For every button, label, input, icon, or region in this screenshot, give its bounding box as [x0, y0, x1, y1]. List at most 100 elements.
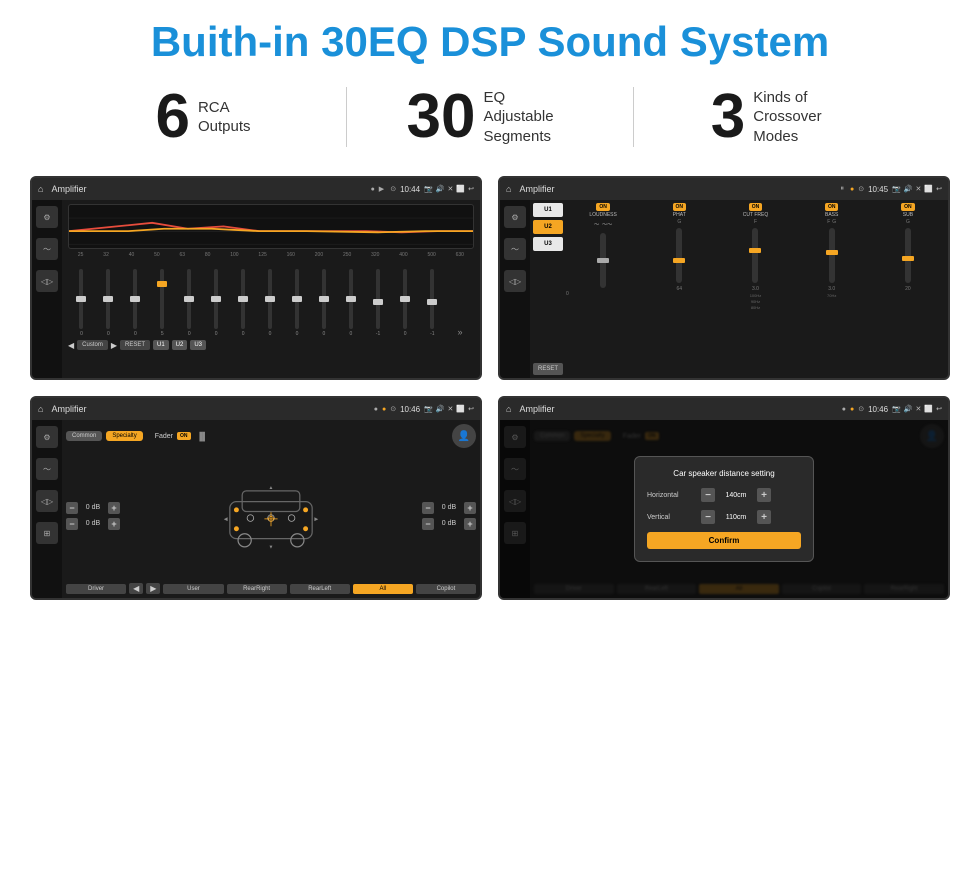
cutfreq-slider[interactable] — [752, 228, 758, 283]
fader-slider[interactable]: ▐▌ — [197, 432, 208, 441]
u3-btn[interactable]: U3 — [190, 340, 206, 350]
rearright-btn[interactable]: RearRight — [227, 584, 287, 594]
eq-slider-5[interactable]: 0 — [187, 269, 191, 337]
driver-btn[interactable]: Driver — [66, 584, 126, 594]
vertical-minus-btn[interactable]: − — [701, 510, 715, 524]
sidebar-extra-btn-3[interactable]: ⊞ — [36, 522, 58, 544]
sidebar-vol-btn[interactable]: ◁▷ — [36, 270, 58, 292]
user-btn[interactable]: User — [163, 584, 223, 594]
screen3-content: ⚙ 〜 ◁▷ ⊞ Common Specialty Fader ON ▐▌ 👤 — [32, 420, 480, 598]
loudness-on[interactable]: ON — [596, 203, 610, 211]
horizontal-plus-btn[interactable]: + — [757, 488, 771, 502]
eq-label-250: 250 — [343, 252, 351, 258]
eq-slider-4[interactable]: 5 — [160, 269, 164, 337]
sidebar-wave-btn-3[interactable]: 〜 — [36, 458, 58, 480]
cutfreq-col: ON CUT FREQ F 3.0 100Hz 90Hz 80Hz — [718, 203, 792, 375]
u3-preset[interactable]: U3 — [533, 237, 563, 251]
tab-specialty[interactable]: Specialty — [106, 431, 142, 441]
eq-label-400: 400 — [399, 252, 407, 258]
sub-on[interactable]: ON — [901, 203, 915, 211]
eq-label-40: 40 — [129, 252, 135, 258]
vol-icon: ◁▷ — [41, 277, 53, 286]
screens-grid: ⌂ Amplifier ● ▶ ⊙ 10:44 📷 🔊 ✕ ⬜ ↩ ⚙ 〜 — [0, 166, 980, 620]
stat-number-eq: 30 — [407, 86, 476, 148]
db-minus-4[interactable]: − — [422, 518, 434, 530]
amp-reset[interactable]: RESET — [533, 363, 563, 375]
eq-slider-14[interactable]: -1 — [430, 269, 434, 337]
eq-slider-9[interactable]: 0 — [295, 269, 299, 337]
vertical-plus-btn[interactable]: + — [757, 510, 771, 524]
u2-preset[interactable]: U2 — [533, 220, 563, 234]
horizontal-stepper[interactable]: − 140cm + — [701, 488, 771, 502]
copilot-btn[interactable]: Copilot — [416, 584, 476, 594]
sub-slider[interactable] — [905, 228, 911, 283]
sidebar-eq-btn[interactable]: ⚙ — [36, 206, 58, 228]
eq-slider-6[interactable]: 0 — [214, 269, 218, 337]
db-plus-4[interactable]: + — [464, 518, 476, 530]
eq-label-630: 630 — [456, 252, 464, 258]
db-minus-2[interactable]: − — [66, 518, 78, 530]
sidebar-wave-btn-2[interactable]: 〜 — [504, 238, 526, 260]
back-icon-3: ↩ — [468, 405, 474, 413]
bass-slider[interactable] — [829, 228, 835, 283]
bass-col: ON BASS F G 3.0 70Hz — [795, 203, 869, 375]
camera-icon-2: 📷 — [892, 185, 901, 193]
db-plus-1[interactable]: + — [108, 502, 120, 514]
db-minus-3[interactable]: − — [422, 502, 434, 514]
horizontal-val: 140cm — [718, 492, 754, 499]
loudness-slider[interactable] — [600, 233, 606, 288]
eq-slider-12[interactable]: -1 — [376, 269, 380, 337]
next-arrow[interactable]: ▶ — [111, 341, 117, 350]
sidebar-vol-btn-2[interactable]: ◁▷ — [504, 270, 526, 292]
phat-slider[interactable] — [676, 228, 682, 283]
dot-icon-3: ● — [374, 406, 378, 413]
u2-btn[interactable]: U2 — [172, 340, 188, 350]
svg-text:▶: ▶ — [314, 516, 318, 522]
home-icon: ⌂ — [38, 184, 43, 194]
db-plus-3[interactable]: + — [464, 502, 476, 514]
reset-btn[interactable]: RESET — [120, 340, 150, 350]
db-row-4: − 0 dB + — [422, 518, 476, 530]
eq-slider-13[interactable]: 0 — [403, 269, 407, 337]
cutfreq-on[interactable]: ON — [749, 203, 763, 211]
sidebar-wave-btn[interactable]: 〜 — [36, 238, 58, 260]
eq-slider-10[interactable]: 0 — [322, 269, 326, 337]
eq-slider-3[interactable]: 0 — [133, 269, 137, 337]
dialog-title: Car speaker distance setting — [647, 469, 801, 478]
u1-btn[interactable]: U1 — [153, 340, 169, 350]
eq-slider-1[interactable]: 0 — [79, 269, 83, 337]
u1-preset[interactable]: U1 — [533, 203, 563, 217]
rearleft-btn[interactable]: RearLeft — [290, 584, 350, 594]
eq-slider-8[interactable]: 0 — [268, 269, 272, 337]
prev-arrow[interactable]: ◀ — [68, 341, 74, 350]
db-plus-2[interactable]: + — [108, 518, 120, 530]
fader-on-badge[interactable]: ON — [177, 432, 191, 440]
cutfreq-label: CUT FREQ — [743, 212, 768, 218]
play-icon: ▶ — [379, 185, 384, 193]
phat-on[interactable]: ON — [673, 203, 687, 211]
tab-common[interactable]: Common — [66, 431, 102, 441]
eq-slider-11[interactable]: 0 — [349, 269, 353, 337]
screen3-sidebar: ⚙ 〜 ◁▷ ⊞ — [32, 420, 62, 598]
sidebar-eq-btn-2[interactable]: ⚙ — [504, 206, 526, 228]
dialog-row-horizontal: Horizontal − 140cm + — [647, 488, 801, 502]
horizontal-minus-btn[interactable]: − — [701, 488, 715, 502]
window-icon: ⬜ — [456, 185, 465, 193]
bass-on[interactable]: ON — [825, 203, 839, 211]
sidebar-eq-btn-3[interactable]: ⚙ — [36, 426, 58, 448]
eq-icon: ⚙ — [43, 213, 50, 222]
db-minus-1[interactable]: − — [66, 502, 78, 514]
vertical-stepper[interactable]: − 110cm + — [701, 510, 771, 524]
eq-slider-2[interactable]: 0 — [106, 269, 110, 337]
user-avatar[interactable]: 👤 — [452, 424, 476, 448]
confirm-button[interactable]: Confirm — [647, 532, 801, 549]
right-arrow-btn[interactable]: ▶ — [146, 583, 160, 594]
all-btn[interactable]: All — [353, 584, 413, 594]
eq-slider-7[interactable]: 0 — [241, 269, 245, 337]
horizontal-label: Horizontal — [647, 492, 697, 499]
left-arrow-btn[interactable]: ◀ — [129, 583, 143, 594]
custom-preset-btn[interactable]: Custom — [77, 340, 108, 350]
close-icon-4: ✕ — [916, 405, 922, 413]
crossover-top-bar: Common Specialty Fader ON ▐▌ 👤 — [66, 424, 476, 448]
sidebar-vol-btn-3[interactable]: ◁▷ — [36, 490, 58, 512]
